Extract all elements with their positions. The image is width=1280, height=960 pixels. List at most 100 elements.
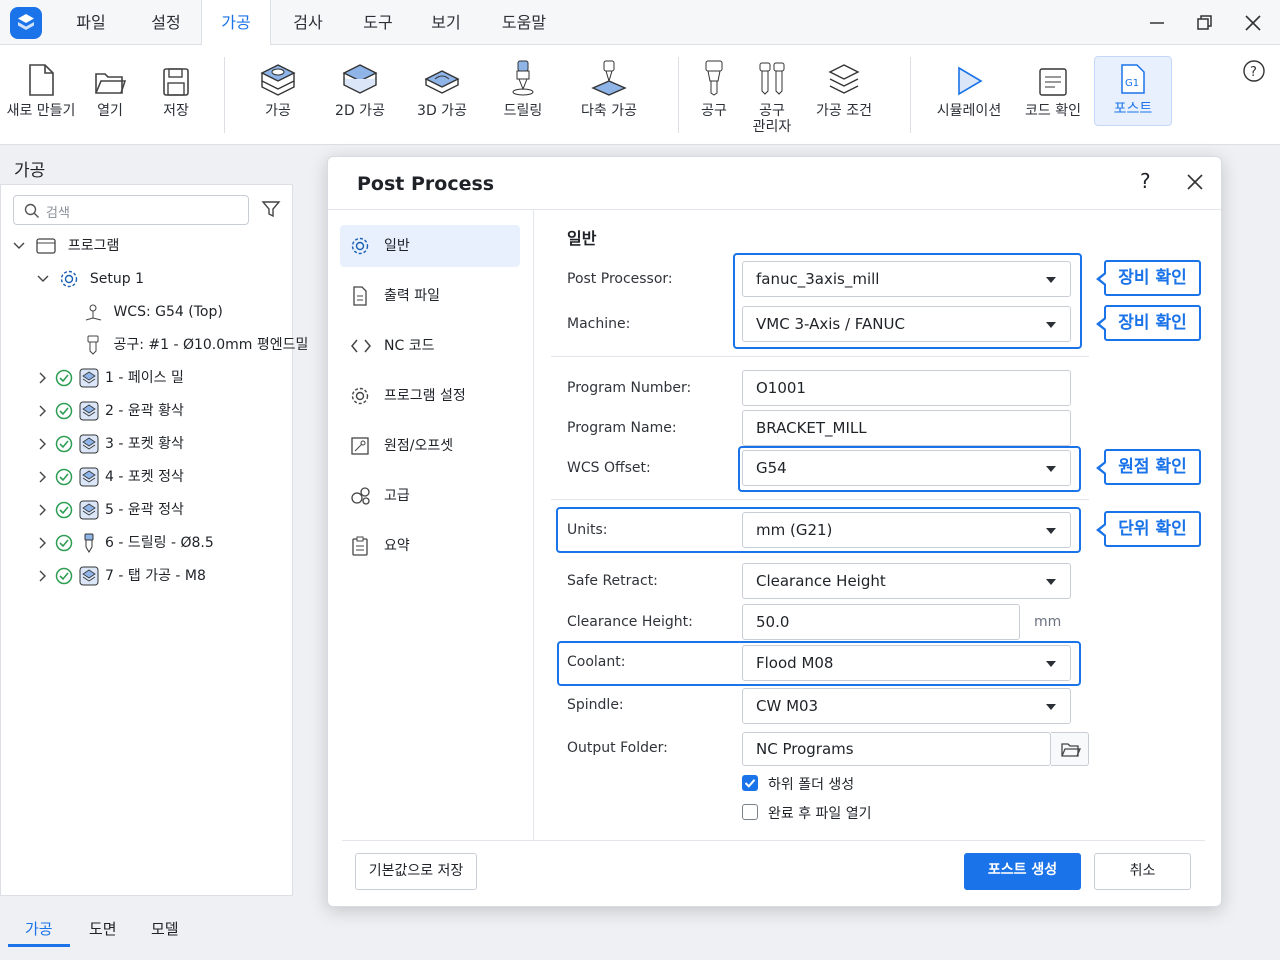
menu-help[interactable]: 도움말 (488, 0, 560, 45)
tree-operation-label: 3 - 포켓 황삭 (105, 436, 184, 452)
minimize-icon[interactable] (1142, 8, 1172, 38)
tree-operation[interactable]: 7 - 탭 가공 - M8 (37, 563, 206, 589)
close-window-icon[interactable] (1238, 8, 1268, 38)
open-button[interactable]: 열기 (88, 57, 132, 119)
create-subfolder-label[interactable]: 하위 폴더 생성 (768, 774, 854, 794)
tree-operation[interactable]: 4 - 포켓 정삭 (37, 464, 184, 490)
machining-3d-button[interactable]: 3D 가공 (412, 57, 472, 119)
save-button[interactable]: 저장 (154, 57, 198, 119)
spindle-select[interactable]: CW M03 (742, 688, 1071, 724)
nav-advanced[interactable]: 고급 (340, 475, 520, 517)
open-label: 열기 (97, 103, 123, 119)
create-subfolder-checkbox[interactable] (742, 775, 758, 791)
tree-operation-label: 2 - 윤곽 황삭 (105, 403, 184, 419)
chevron-right-icon[interactable] (37, 504, 49, 516)
program-name-input[interactable]: BRACKET_MILL (742, 410, 1071, 446)
restore-icon[interactable] (1190, 8, 1220, 38)
post-processor-select[interactable]: fanuc_3axis_mill (742, 261, 1071, 297)
generate-post-button[interactable]: 포스트 생성 (964, 853, 1081, 890)
tree-operation[interactable]: 5 - 윤곽 정삭 (37, 497, 184, 523)
nav-program-settings[interactable]: 프로그램 설정 (340, 375, 520, 417)
new-label: 새로 만들기 (6, 103, 76, 119)
tool-button[interactable]: 공구 (696, 57, 732, 119)
menu-file[interactable]: 파일 (62, 0, 120, 45)
program-name-label: Program Name: (567, 420, 677, 436)
safe-retract-select[interactable]: Clearance Height (742, 563, 1071, 599)
wcs-offset-select[interactable]: G54 (742, 450, 1071, 486)
units-select[interactable]: mm (G21) (742, 512, 1071, 548)
new-button[interactable]: 새로 만들기 (6, 57, 76, 119)
operation-icon (79, 368, 99, 388)
simulation-button[interactable]: 시뮬레이션 (932, 57, 1006, 119)
check-circle-icon (55, 468, 73, 486)
drilling-button[interactable]: 드릴링 (500, 57, 546, 119)
tree-operation[interactable]: 3 - 포켓 황삭 (37, 431, 184, 457)
machine-select[interactable]: VMC 3-Axis / FANUC (742, 306, 1071, 342)
help-icon[interactable]: ? (1242, 59, 1266, 87)
chevron-right-icon[interactable] (37, 537, 49, 549)
tab-machining[interactable]: 가공 (25, 918, 53, 939)
dialog-help-icon[interactable]: ? (1140, 169, 1151, 193)
multiaxis-icon (576, 57, 642, 97)
filter-icon[interactable] (261, 199, 281, 223)
tab-drawing[interactable]: 도면 (89, 918, 117, 939)
chevron-right-icon[interactable] (37, 438, 49, 450)
nav-nc-code[interactable]: NC 코드 (340, 325, 520, 367)
app-logo-icon[interactable] (10, 7, 42, 39)
chevron-down-icon[interactable] (37, 273, 49, 285)
tool-manager-label-2: 관리자 (752, 119, 792, 135)
nav-output-file[interactable]: 출력 파일 (340, 275, 520, 317)
program-number-input[interactable]: O1001 (742, 370, 1071, 406)
menu-settings[interactable]: 설정 (134, 0, 198, 45)
chevron-right-icon[interactable] (37, 471, 49, 483)
open-after-checkbox[interactable] (742, 804, 758, 820)
tree-operation[interactable]: 6 - 드릴링 - Ø8.5 (37, 530, 214, 556)
chevron-right-icon[interactable] (37, 405, 49, 417)
clearance-height-input[interactable]: 50.0 (742, 604, 1020, 640)
menu-tools[interactable]: 도구 (346, 0, 410, 45)
open-after-label[interactable]: 완료 후 파일 열기 (768, 803, 872, 823)
tree-operation[interactable]: 2 - 윤곽 황삭 (37, 398, 184, 424)
nav-origin-offset[interactable]: 원점/오프셋 (340, 425, 520, 467)
tool-manager-button[interactable]: 공구 관리자 (748, 57, 796, 135)
tree-setup[interactable]: Setup 1 (37, 266, 144, 292)
chevron-right-icon[interactable] (37, 372, 49, 384)
machining-2d-label: 2D 가공 (335, 103, 385, 119)
operation-tree: 검색 프로그램 Setup 1 WCS: G54 (Top) 공구: #1 - … (0, 184, 308, 896)
dialog-close-icon[interactable] (1186, 173, 1204, 195)
output-folder-input[interactable]: NC Programs (742, 732, 1051, 766)
search-icon (24, 203, 39, 218)
chevron-down-icon[interactable] (13, 240, 25, 252)
menu-inspect[interactable]: 검사 (276, 0, 340, 45)
check-circle-icon (55, 567, 73, 585)
chevron-right-icon[interactable] (37, 570, 49, 582)
tree-tool[interactable]: 공구: #1 - Ø10.0mm 평엔드밀 (83, 332, 308, 358)
tree-operation[interactable]: 1 - 페이스 밀 (37, 365, 184, 391)
post-button[interactable]: G1 포스트 (1094, 56, 1172, 126)
check-circle-icon (55, 369, 73, 387)
code-check-button[interactable]: 코드 확인 (1020, 57, 1086, 119)
post-processor-label: Post Processor: (567, 271, 673, 287)
machining-button[interactable]: 가공 (254, 57, 302, 119)
tool-manager-icon (748, 57, 796, 97)
spindle-label: Spindle: (567, 697, 624, 713)
tree-program[interactable]: 프로그램 (13, 233, 119, 259)
cancel-button[interactable]: 취소 (1094, 853, 1191, 890)
nav-summary[interactable]: 요약 (340, 525, 520, 567)
tree-wcs[interactable]: WCS: G54 (Top) (83, 299, 223, 325)
save-default-button[interactable]: 기본값으로 저장 (355, 853, 477, 890)
browse-folder-button[interactable] (1051, 732, 1089, 766)
output-folder-label: Output Folder: (567, 740, 668, 756)
coolant-select[interactable]: Flood M08 (742, 645, 1071, 681)
menu-view[interactable]: 보기 (414, 0, 478, 45)
search-input[interactable]: 검색 (13, 195, 249, 225)
end-mill-icon (696, 57, 732, 97)
machining-2d-button[interactable]: 2D 가공 (330, 57, 390, 119)
tab-model[interactable]: 모델 (151, 918, 179, 939)
nav-general[interactable]: 일반 (340, 225, 520, 267)
multiaxis-button[interactable]: 다축 가공 (576, 57, 642, 119)
nav-general-label: 일반 (384, 238, 410, 254)
conditions-button[interactable]: 가공 조건 (812, 57, 876, 119)
ribbon-separator (678, 57, 679, 133)
menu-machining[interactable]: 가공 (201, 0, 271, 46)
